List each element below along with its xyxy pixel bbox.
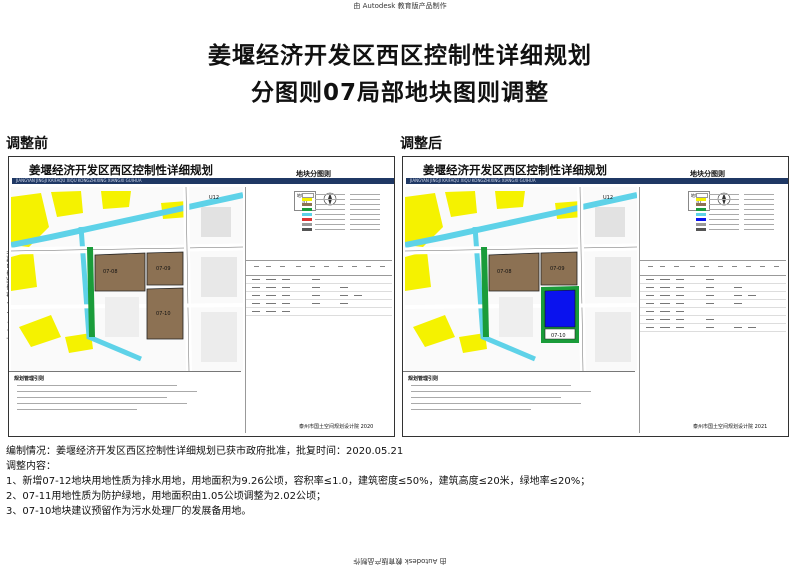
zoning-map: 07-08 07-09 07-10 U12 <box>405 187 637 371</box>
parcel-label: 07-08 <box>103 269 118 275</box>
plan-panel-before: 姜堰经济开发区西区控制性详细规划 JIANGYAN JINGJI KAIFAQU… <box>8 156 395 437</box>
road-label: U12 <box>603 195 613 201</box>
info-line-2: 调整内容： <box>6 461 56 472</box>
panel-subtitle-bar: JIANGYAN JINGJI KAIFAQU XIQU KONGZHIXING… <box>406 178 788 184</box>
parcel-label: 07-09 <box>550 266 565 272</box>
parcel-label: 07-10 <box>156 311 171 317</box>
panel-tag: 地块分图则 <box>690 170 725 178</box>
designer-credit: 泰州市国土空间规划设计院 2021 <box>693 424 768 430</box>
indicator-table <box>246 260 392 316</box>
panel-tag: 地块分图则 <box>296 170 331 178</box>
parcel-label: 07-09 <box>156 266 171 272</box>
label-before: 调整前 <box>6 136 48 152</box>
indicator-table <box>640 260 786 332</box>
panel-title: 姜堰经济开发区西区控制性详细规划 <box>423 163 607 177</box>
info-line-5: 3、07-10地块建议预留作为污水处理厂的发展备用地。 <box>6 506 252 517</box>
info-line-4: 2、07-11用地性质为防护绿地，用地面积由1.05公顷调整为2.02公顷； <box>6 491 326 502</box>
parcel-label: 07-08 <box>497 269 512 275</box>
designer-credit: 泰州市国土空间规划设计院 2020 <box>299 424 374 430</box>
side-info: 地块编号 07 <box>245 187 392 433</box>
watermark-top: 由 Autodesk 教育版产品制作 <box>353 2 447 10</box>
page-title: 姜堰经济开发区西区控制性详细规划 <box>208 43 592 69</box>
page-subtitle: 分图则07局部地块图则调整 <box>250 80 549 106</box>
info-line-1: 编制情况：姜堰经济开发区西区控制性详细规划已获市政府批准，批复时间：2020.0… <box>6 446 404 457</box>
management-notes: 规划管理引则 <box>403 371 635 434</box>
parcel-label: 07-10 <box>551 333 566 339</box>
management-notes: 规划管理引则 <box>9 371 241 434</box>
side-info: 地块编号 07 <box>639 187 786 433</box>
plan-panel-after: 姜堰经济开发区西区控制性详细规划 JIANGYAN JINGJI KAIFAQU… <box>402 156 789 437</box>
watermark-bottom: 由 Autodesk 教育版产品制作 <box>353 557 447 565</box>
panel-subtitle-bar: JIANGYAN JINGJI KAIFAQU XIQU KONGZHIXING… <box>12 178 394 184</box>
panel-title: 姜堰经济开发区西区控制性详细规划 <box>29 163 213 177</box>
zoning-map: 07-08 07-09 07-10 U12 <box>11 187 243 371</box>
label-after: 调整后 <box>400 136 442 152</box>
info-line-3: 1、新增07-12地块用地性质为排水用地，用地面积为9.26公顷，容积率≤1.0… <box>6 476 591 487</box>
road-label: U12 <box>209 195 219 201</box>
